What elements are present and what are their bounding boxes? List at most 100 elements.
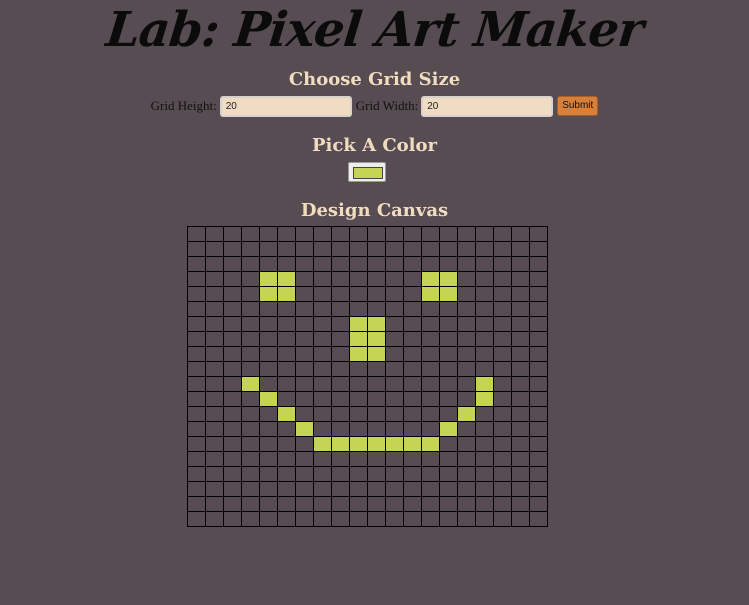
canvas-cell[interactable] <box>457 481 476 497</box>
canvas-cell[interactable] <box>277 376 296 392</box>
canvas-cell[interactable] <box>403 511 422 527</box>
canvas-cell[interactable] <box>295 331 314 347</box>
canvas-cell[interactable] <box>349 226 368 242</box>
canvas-cell[interactable] <box>259 241 278 257</box>
canvas-cell[interactable] <box>187 436 206 452</box>
canvas-cell[interactable] <box>349 361 368 377</box>
canvas-cell[interactable] <box>331 466 350 482</box>
canvas-cell[interactable] <box>475 241 494 257</box>
canvas-cell[interactable] <box>511 346 530 362</box>
canvas-cell[interactable] <box>403 316 422 332</box>
canvas-cell[interactable] <box>385 466 404 482</box>
canvas-cell[interactable] <box>511 301 530 317</box>
canvas-cell[interactable] <box>403 256 422 272</box>
canvas-cell[interactable] <box>187 406 206 422</box>
grid-width-input[interactable] <box>421 95 554 117</box>
canvas-cell[interactable] <box>241 286 260 302</box>
canvas-cell[interactable] <box>439 271 458 287</box>
canvas-cell[interactable] <box>295 286 314 302</box>
canvas-cell[interactable] <box>511 256 530 272</box>
canvas-cell[interactable] <box>331 406 350 422</box>
canvas-cell[interactable] <box>529 256 548 272</box>
canvas-cell[interactable] <box>187 496 206 512</box>
canvas-cell[interactable] <box>259 316 278 332</box>
canvas-cell[interactable] <box>349 391 368 407</box>
canvas-cell[interactable] <box>241 406 260 422</box>
canvas-cell[interactable] <box>277 451 296 467</box>
canvas-cell[interactable] <box>187 391 206 407</box>
canvas-cell[interactable] <box>187 376 206 392</box>
canvas-cell[interactable] <box>421 376 440 392</box>
canvas-cell[interactable] <box>385 481 404 497</box>
canvas-cell[interactable] <box>223 286 242 302</box>
canvas-cell[interactable] <box>457 511 476 527</box>
canvas-cell[interactable] <box>331 331 350 347</box>
canvas-cell[interactable] <box>367 511 386 527</box>
canvas-cell[interactable] <box>277 241 296 257</box>
canvas-cell[interactable] <box>241 481 260 497</box>
canvas-cell[interactable] <box>439 361 458 377</box>
canvas-cell[interactable] <box>475 301 494 317</box>
canvas-cell[interactable] <box>367 241 386 257</box>
canvas-cell[interactable] <box>493 241 512 257</box>
canvas-cell[interactable] <box>223 466 242 482</box>
canvas-cell[interactable] <box>493 226 512 242</box>
canvas-cell[interactable] <box>313 316 332 332</box>
canvas-cell[interactable] <box>223 226 242 242</box>
canvas-cell[interactable] <box>241 421 260 437</box>
canvas-cell[interactable] <box>241 376 260 392</box>
canvas-cell[interactable] <box>421 331 440 347</box>
canvas-cell[interactable] <box>457 316 476 332</box>
canvas-cell[interactable] <box>529 346 548 362</box>
canvas-cell[interactable] <box>529 286 548 302</box>
canvas-cell[interactable] <box>277 406 296 422</box>
canvas-cell[interactable] <box>475 226 494 242</box>
canvas-cell[interactable] <box>493 346 512 362</box>
canvas-cell[interactable] <box>187 226 206 242</box>
canvas-cell[interactable] <box>475 361 494 377</box>
canvas-cell[interactable] <box>295 436 314 452</box>
canvas-cell[interactable] <box>187 346 206 362</box>
canvas-cell[interactable] <box>259 346 278 362</box>
canvas-cell[interactable] <box>475 331 494 347</box>
canvas-cell[interactable] <box>205 256 224 272</box>
canvas-cell[interactable] <box>313 481 332 497</box>
canvas-cell[interactable] <box>385 316 404 332</box>
canvas-cell[interactable] <box>331 421 350 437</box>
canvas-cell[interactable] <box>439 496 458 512</box>
canvas-cell[interactable] <box>421 271 440 287</box>
canvas-cell[interactable] <box>187 241 206 257</box>
canvas-cell[interactable] <box>187 481 206 497</box>
canvas-cell[interactable] <box>493 271 512 287</box>
canvas-cell[interactable] <box>259 496 278 512</box>
canvas-cell[interactable] <box>475 346 494 362</box>
canvas-cell[interactable] <box>421 346 440 362</box>
canvas-cell[interactable] <box>349 481 368 497</box>
canvas-cell[interactable] <box>223 436 242 452</box>
canvas-cell[interactable] <box>259 466 278 482</box>
canvas-cell[interactable] <box>475 376 494 392</box>
canvas-cell[interactable] <box>205 436 224 452</box>
canvas-cell[interactable] <box>205 406 224 422</box>
canvas-cell[interactable] <box>457 436 476 452</box>
canvas-cell[interactable] <box>511 496 530 512</box>
canvas-cell[interactable] <box>187 301 206 317</box>
canvas-cell[interactable] <box>529 226 548 242</box>
canvas-cell[interactable] <box>403 451 422 467</box>
canvas-cell[interactable] <box>313 466 332 482</box>
canvas-cell[interactable] <box>205 316 224 332</box>
canvas-cell[interactable] <box>457 331 476 347</box>
canvas-cell[interactable] <box>511 316 530 332</box>
canvas-cell[interactable] <box>511 421 530 437</box>
canvas-cell[interactable] <box>223 331 242 347</box>
canvas-cell[interactable] <box>241 346 260 362</box>
canvas-cell[interactable] <box>493 331 512 347</box>
canvas-cell[interactable] <box>385 286 404 302</box>
canvas-cell[interactable] <box>439 436 458 452</box>
canvas-cell[interactable] <box>295 316 314 332</box>
canvas-cell[interactable] <box>511 391 530 407</box>
canvas-cell[interactable] <box>241 316 260 332</box>
canvas-cell[interactable] <box>385 256 404 272</box>
canvas-cell[interactable] <box>421 496 440 512</box>
canvas-cell[interactable] <box>457 406 476 422</box>
